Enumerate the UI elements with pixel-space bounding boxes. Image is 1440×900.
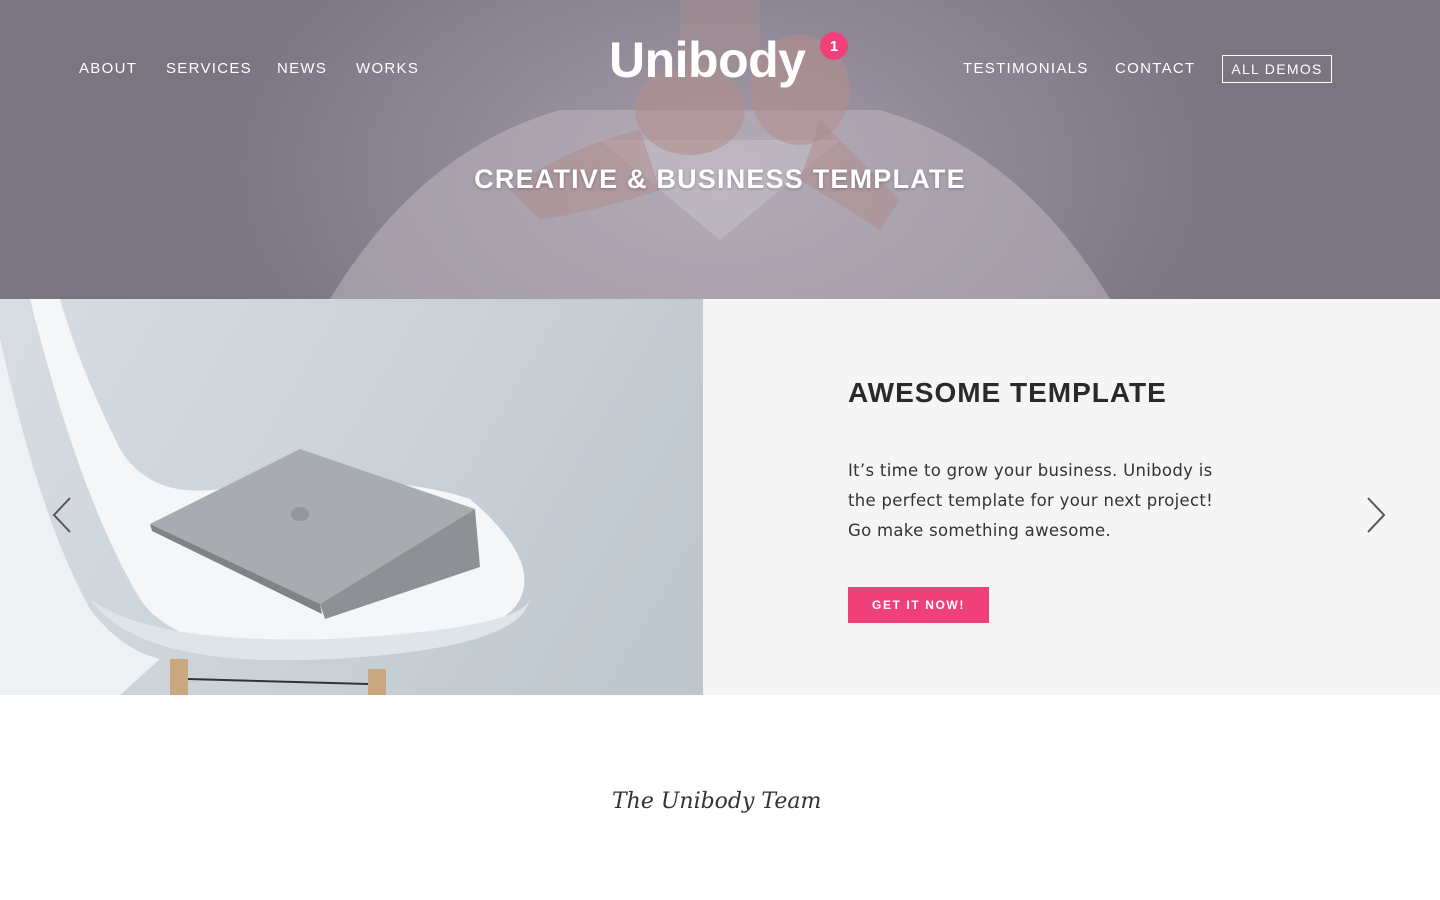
slide-image-laptop-chair — [0, 299, 703, 695]
slide-title: Awesome Template — [848, 377, 1167, 408]
logo-badge: 1 — [820, 32, 848, 60]
slide-description: It’s time to grow your business. Unibody… — [848, 461, 1214, 540]
all-demos-button[interactable]: All Demos — [1222, 55, 1332, 83]
signature-text: The Unibody Team — [612, 789, 821, 814]
get-it-now-button[interactable]: Get it now! — [848, 587, 989, 623]
chevron-right-icon[interactable] — [1362, 495, 1392, 535]
chair-laptop-illustration — [0, 299, 530, 695]
feature-slider: Awesome Template It’s time to grow your … — [0, 299, 1440, 695]
nav-testimonials[interactable]: Testimonials — [963, 60, 1089, 78]
team-signature: The Unibody Team — [612, 789, 821, 814]
slide-content: Awesome Template It’s time to grow your … — [848, 299, 1248, 695]
nav-services[interactable]: Services — [166, 60, 252, 78]
nav-contact[interactable]: Contact — [1115, 60, 1195, 78]
hero-header: About Services News Works Unibody 1 Test… — [0, 0, 1440, 299]
chevron-left-icon[interactable] — [48, 495, 78, 535]
signature-section: The Unibody Team — [0, 695, 1440, 900]
nav-news[interactable]: News — [277, 60, 327, 78]
site-logo[interactable]: Unibody — [609, 30, 806, 90]
hero-tagline: Creative & Business Template — [474, 164, 966, 194]
nav-about[interactable]: About — [79, 60, 137, 78]
nav-works[interactable]: Works — [356, 60, 419, 78]
